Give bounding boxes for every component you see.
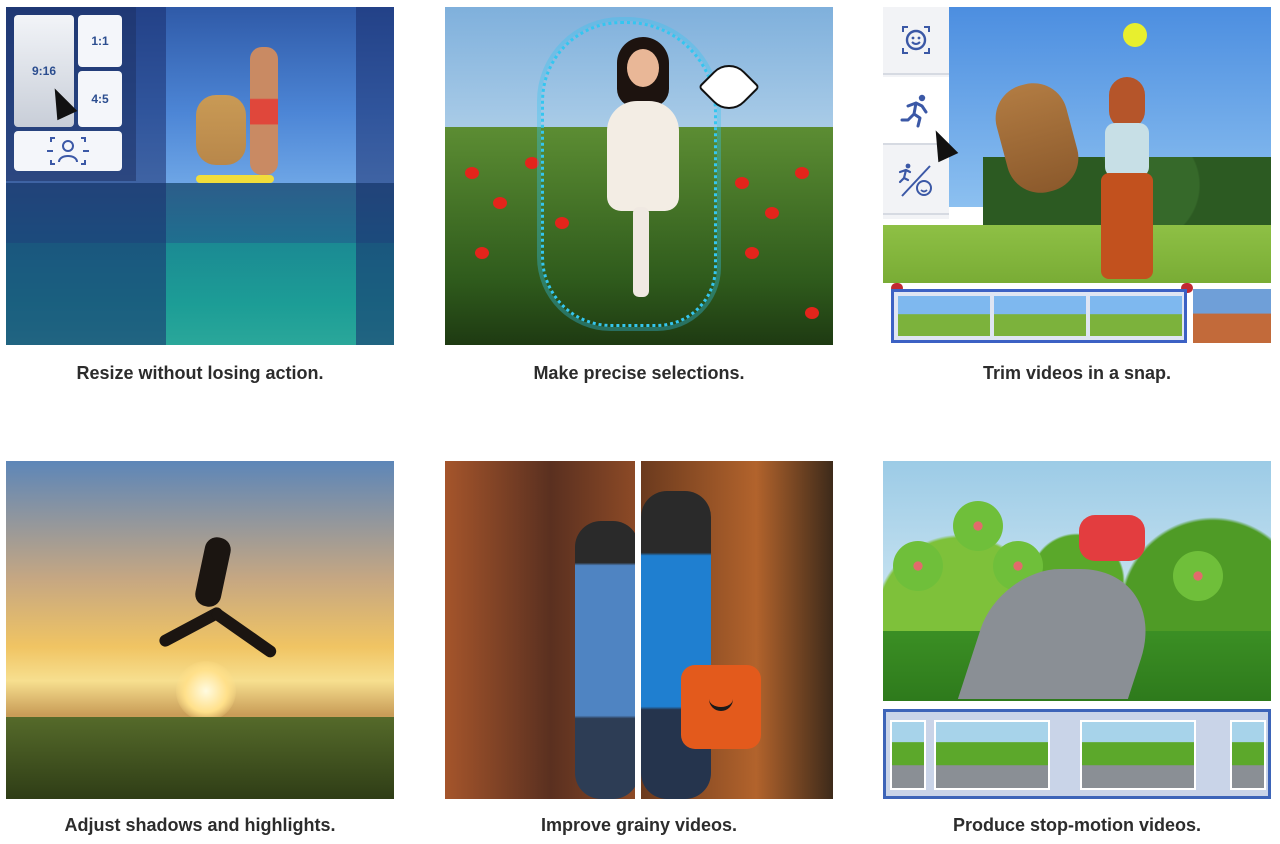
- face-detect-button[interactable]: [883, 7, 949, 75]
- timeline-trim-strip[interactable]: [891, 289, 1187, 343]
- feature-caption: Make precise selections.: [533, 363, 745, 383]
- resize-feature-image: 9:16 1:1 4:5: [6, 7, 394, 345]
- selection-feature-image: [445, 7, 833, 345]
- woman-subject: [1097, 73, 1157, 279]
- feature-caption: Trim videos in a snap.: [982, 363, 1172, 383]
- shadows-feature-image: [6, 461, 394, 799]
- runner-silhouette: [156, 535, 279, 687]
- ratio-1-1-button[interactable]: 1:1: [78, 15, 122, 67]
- feature-card-grainy: Improve grainy videos.: [445, 461, 833, 835]
- pumpkin-bag: [681, 665, 761, 749]
- timeline-frame: [898, 296, 990, 336]
- selection-outline: [541, 21, 717, 327]
- child-grainy: [575, 521, 639, 799]
- scene-detect-panel: [883, 7, 949, 219]
- feature-card-trim: Trim videos in a snap.: [883, 7, 1271, 383]
- frisbee: [1123, 23, 1147, 47]
- clay-car: [1079, 515, 1145, 561]
- paddleboarder: [250, 47, 278, 175]
- feature-card-stop-motion: Produce stop-motion videos.: [883, 461, 1271, 835]
- running-person-icon: [900, 94, 928, 128]
- reframe-subject-icon: [47, 137, 89, 165]
- action-and-face-icon: [898, 163, 932, 197]
- child-denoised: [641, 491, 711, 799]
- feature-caption: Produce stop-motion videos.: [952, 815, 1202, 835]
- feature-caption: Improve grainy videos.: [540, 815, 738, 835]
- stop-motion-frames-strip: [883, 709, 1271, 799]
- timeline-frame: [1090, 296, 1182, 336]
- feature-card-resize: 9:16 1:1 4:5 Resize without losing actio…: [6, 7, 394, 383]
- stop-motion-frame: [890, 720, 926, 790]
- feature-caption: Adjust shadows and highlights.: [64, 815, 336, 835]
- face-icon: [902, 26, 930, 54]
- feature-caption: Resize without losing action.: [76, 363, 324, 383]
- timeline-frame: [994, 296, 1086, 336]
- auto-reframe-button[interactable]: [14, 131, 122, 171]
- timeline-frame-outside: [1193, 289, 1271, 343]
- feature-card-shadows: Adjust shadows and highlights.: [6, 461, 394, 835]
- before-after-divider[interactable]: [635, 461, 641, 799]
- ratio-4-5-button[interactable]: 4:5: [78, 71, 122, 127]
- stop-motion-frame: [1080, 720, 1196, 790]
- aspect-ratio-panel: 9:16 1:1 4:5: [6, 7, 136, 181]
- trim-feature-image: [883, 7, 1271, 345]
- feature-card-selections: Make precise selections.: [445, 7, 833, 383]
- stop-motion-frame: [934, 720, 1050, 790]
- dog: [196, 95, 246, 165]
- grainy-feature-image: [445, 461, 833, 799]
- stop-motion-feature-image: [883, 461, 1271, 799]
- stop-motion-frame: [1230, 720, 1266, 790]
